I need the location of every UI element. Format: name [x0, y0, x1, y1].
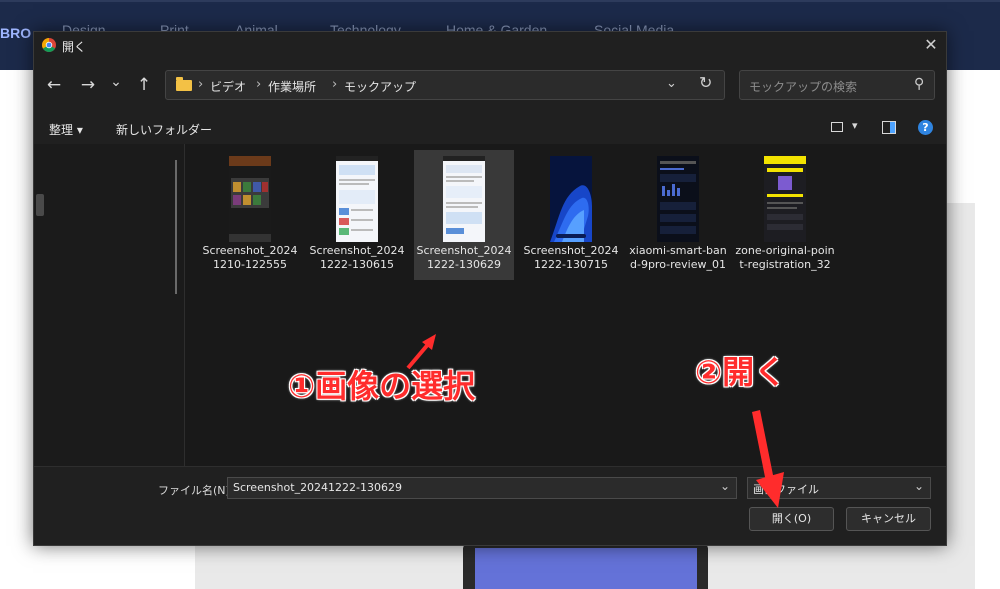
file-item[interactable]: Screenshot_20241222-130615: [307, 150, 407, 280]
chevron-down-icon[interactable]: ⌄: [914, 479, 924, 493]
search-input[interactable]: モックアップの検索: [749, 78, 857, 95]
chevron-down-icon[interactable]: ⌄: [666, 76, 677, 91]
file-name: Screenshot_20241222-130615: [309, 244, 405, 271]
breadcrumb-item[interactable]: 作業場所: [268, 78, 316, 95]
forward-arrow-icon[interactable]: →: [76, 70, 100, 100]
site-logo[interactable]: BRO: [0, 25, 31, 41]
annotation-arrow: [752, 410, 784, 508]
file-item[interactable]: zone-original-point-registration_32: [735, 150, 835, 280]
refresh-icon[interactable]: ↻: [699, 73, 712, 92]
new-folder-button[interactable]: 新しいフォルダー: [116, 121, 212, 138]
close-icon[interactable]: ✕: [920, 34, 942, 56]
file-view-area: Screenshot_20241210-122555 Screenshot_20…: [34, 144, 946, 466]
folder-icon: [176, 77, 192, 91]
organize-menu-button[interactable]: 整理 ▾: [49, 121, 83, 138]
navigation-pane: [34, 144, 185, 466]
back-arrow-icon[interactable]: ←: [42, 70, 66, 100]
open-button[interactable]: 開く(O): [749, 507, 834, 531]
filename-field[interactable]: Screenshot_20241222-130629 ⌄: [227, 477, 737, 499]
file-thumbnail: [336, 156, 378, 242]
chevron-down-icon[interactable]: ▾: [852, 119, 858, 132]
file-thumbnail: [550, 156, 592, 242]
file-name: xiaomi-smart-band-9pro-review_01: [629, 244, 727, 271]
up-arrow-icon[interactable]: ↑: [132, 70, 156, 100]
dialog-footer: ファイル名(N): Screenshot_20241222-130629 ⌄ 画…: [34, 466, 946, 545]
file-thumbnail: [764, 156, 806, 242]
help-icon[interactable]: ?: [918, 120, 933, 135]
breadcrumb-item[interactable]: ビデオ: [210, 78, 246, 95]
file-item[interactable]: Screenshot_20241222-130715: [521, 150, 621, 280]
chevron-right-icon: ›: [198, 77, 204, 92]
phone-screen: [475, 548, 697, 589]
file-item[interactable]: Screenshot_20241210-122555: [200, 150, 300, 280]
title-bar: 開く ✕: [34, 32, 946, 60]
file-name: Screenshot_20241210-122555: [202, 244, 298, 271]
dialog-title: 開く: [62, 40, 87, 54]
cancel-button[interactable]: キャンセル: [846, 507, 931, 531]
annotation-step1: ①画像の選択: [288, 367, 476, 405]
filename-value[interactable]: Screenshot_20241222-130629: [233, 481, 402, 494]
file-thumbnail: [657, 156, 699, 242]
pane-splitter[interactable]: [175, 160, 177, 294]
search-box[interactable]: モックアップの検索 ⚲: [739, 70, 935, 100]
file-name: zone-original-point-registration_32: [735, 244, 835, 271]
chevron-right-icon: ›: [256, 77, 262, 92]
filename-label: ファイル名(N):: [158, 484, 234, 497]
file-open-dialog: 開く ✕ ← → ⌄ ↑ › ビデオ › 作業場所 › モックアップ ⌄ ↻ モ…: [33, 31, 947, 546]
chevron-right-icon: ›: [332, 77, 338, 92]
chrome-icon: [42, 38, 56, 52]
view-mode-icon[interactable]: [831, 122, 843, 132]
file-item-selected[interactable]: Screenshot_20241222-130629: [414, 150, 514, 280]
file-thumbnail: [443, 156, 485, 242]
recent-locations-chevron-icon[interactable]: ⌄: [104, 67, 128, 97]
annotation-step2: ②開く: [695, 353, 787, 391]
file-name: Screenshot_20241222-130629: [416, 244, 512, 271]
address-bar[interactable]: › ビデオ › 作業場所 › モックアップ ⌄ ↻: [165, 70, 725, 100]
file-name: Screenshot_20241222-130715: [523, 244, 619, 271]
command-bar: 整理 ▾ 新しいフォルダー ▾ ?: [34, 116, 946, 142]
file-thumbnail: [229, 156, 271, 242]
chevron-down-icon[interactable]: ⌄: [720, 479, 730, 493]
nav-pane-scrollbar[interactable]: [36, 194, 44, 216]
breadcrumb-item[interactable]: モックアップ: [344, 78, 416, 95]
file-item[interactable]: xiaomi-smart-band-9pro-review_01: [628, 150, 728, 280]
search-icon[interactable]: ⚲: [914, 76, 924, 92]
preview-pane-icon[interactable]: [882, 121, 896, 134]
